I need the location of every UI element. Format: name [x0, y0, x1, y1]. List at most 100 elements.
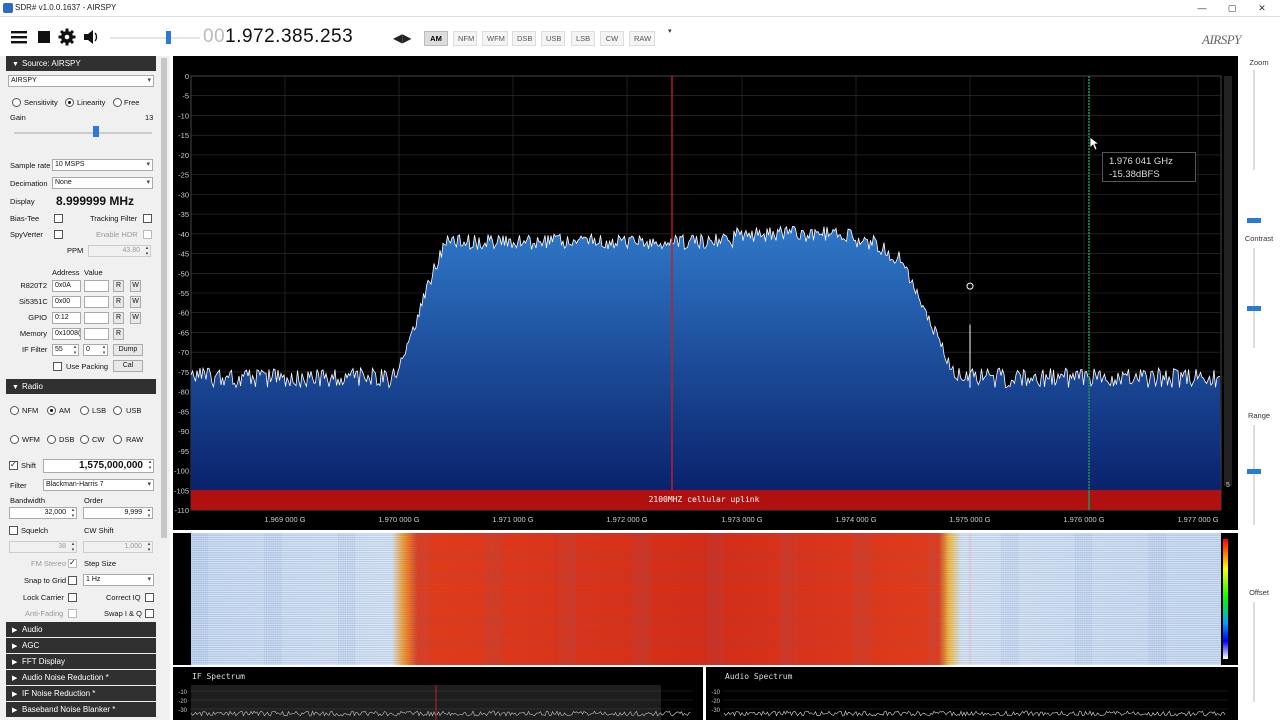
- section-header-agc[interactable]: ▶ AGC: [6, 638, 156, 653]
- use-packing-checkbox[interactable]: [53, 362, 62, 371]
- cal-button[interactable]: Cal: [113, 360, 143, 372]
- mode-button-wfm[interactable]: WFM: [482, 31, 508, 46]
- register-value-input[interactable]: [84, 296, 109, 308]
- volume-slider-track[interactable]: [110, 37, 200, 39]
- spectrum-analyzer[interactable]: 0 -5 -10 -15 -20 -25 -30 -35 -40 -45 -50 -55 -60 -65 -…: [173, 56, 1238, 530]
- gain-slider-thumb[interactable]: [93, 126, 100, 137]
- shift-input[interactable]: 1,575,000,000: [43, 459, 154, 473]
- radio-mode-am[interactable]: [47, 406, 56, 415]
- mode-dropdown-icon[interactable]: ▾: [668, 27, 672, 35]
- sensitivity-radio[interactable]: [12, 98, 21, 107]
- frequency-display[interactable]: 001.972.385.253: [203, 26, 353, 48]
- contrast-slider-thumb[interactable]: [1247, 306, 1261, 311]
- waterfall-plot[interactable]: [173, 532, 1238, 665]
- gear-icon[interactable]: [58, 28, 76, 46]
- radio-mode-raw[interactable]: [113, 435, 122, 444]
- section-header-audio-noise-reduction[interactable]: ▶ Audio Noise Reduction *: [6, 670, 156, 685]
- swap-iq-checkbox[interactable]: [145, 609, 154, 618]
- register-read-button[interactable]: R: [113, 280, 124, 292]
- waterfall-display[interactable]: [173, 532, 1238, 665]
- anti-fading-checkbox[interactable]: [68, 609, 77, 618]
- close-button[interactable]: ✕: [1248, 1, 1276, 16]
- order-input[interactable]: 9,999: [83, 507, 153, 519]
- spectrum-scrollbar[interactable]: [1224, 76, 1232, 486]
- register-read-button[interactable]: R: [113, 312, 124, 324]
- left-panel-scroll-thumb[interactable]: [161, 58, 167, 538]
- range-slider-thumb[interactable]: [1247, 469, 1261, 474]
- tracking-filter-checkbox[interactable]: [143, 214, 152, 223]
- audio-spectrum-panel[interactable]: Audio Spectrum -10 -20 -30: [706, 667, 1238, 720]
- register-address-input[interactable]: 0x00: [52, 296, 81, 308]
- mode-button-cw[interactable]: CW: [600, 31, 624, 46]
- section-header-baseband-noise-blanker[interactable]: ▶ Baseband Noise Blanker *: [6, 702, 156, 717]
- radio-mode-dsb[interactable]: [47, 435, 56, 444]
- tune-arrows-icon[interactable]: ◀▶: [393, 31, 411, 45]
- step-size-select[interactable]: 1 Hz: [83, 574, 154, 586]
- mode-button-usb[interactable]: USB: [541, 31, 565, 46]
- register-read-button[interactable]: R: [113, 296, 124, 308]
- decimation-select[interactable]: None: [52, 177, 153, 189]
- radio-mode-wfm[interactable]: [10, 435, 19, 444]
- if-filter-b-input[interactable]: 0: [83, 344, 108, 356]
- register-read-button[interactable]: R: [113, 328, 124, 340]
- speaker-icon[interactable]: [82, 28, 100, 46]
- minimize-button[interactable]: —: [1188, 1, 1216, 16]
- spectrum-plot[interactable]: 0 -5 -10 -15 -20 -25 -30 -35 -40 -45 -50 -55 -60 -65 -…: [173, 56, 1238, 530]
- zoom-slider-track[interactable]: [1253, 70, 1255, 170]
- section-header-fft-display[interactable]: ▶ FFT Display: [6, 654, 156, 669]
- mode-button-raw[interactable]: RAW: [629, 31, 655, 46]
- register-value-input[interactable]: [84, 312, 109, 324]
- radio-section-header[interactable]: ▼ Radio: [6, 379, 156, 394]
- radio-mode-lsb[interactable]: [80, 406, 89, 415]
- radio-mode-nfm[interactable]: [10, 406, 19, 415]
- filter-label: Filter: [10, 481, 27, 490]
- contrast-slider-track[interactable]: [1253, 248, 1255, 348]
- source-section-header[interactable]: ▼ Source: AIRSPY: [6, 56, 156, 71]
- register-write-button[interactable]: W: [130, 280, 141, 292]
- filter-select[interactable]: Blackman-Harris 7: [43, 479, 154, 491]
- bandwidth-input[interactable]: 32,000: [9, 507, 77, 519]
- mode-button-lsb[interactable]: LSB: [571, 31, 595, 46]
- register-write-button[interactable]: W: [130, 312, 141, 324]
- register-address-input[interactable]: 0:12: [52, 312, 81, 324]
- menu-icon[interactable]: [10, 28, 28, 46]
- if-spectrum-panel[interactable]: IF Spectrum -10 -20 -30: [173, 667, 703, 720]
- mode-button-nfm[interactable]: NFM: [453, 31, 477, 46]
- lock-carrier-checkbox[interactable]: [68, 593, 77, 602]
- if-filter-a-input[interactable]: 55: [52, 344, 79, 356]
- squelch-input[interactable]: 38: [9, 541, 77, 553]
- snap-to-grid-checkbox[interactable]: [68, 576, 77, 585]
- free-radio[interactable]: [113, 98, 122, 107]
- cw-shift-input[interactable]: 1,000: [83, 541, 153, 553]
- range-slider-track[interactable]: [1253, 425, 1255, 525]
- register-value-input[interactable]: [84, 328, 109, 340]
- device-select[interactable]: AIRSPY: [8, 75, 154, 87]
- ppm-input[interactable]: 43.80: [88, 245, 151, 257]
- register-write-button[interactable]: W: [130, 296, 141, 308]
- spyverter-checkbox[interactable]: [54, 230, 63, 239]
- section-header-if-noise-reduction[interactable]: ▶ IF Noise Reduction *: [6, 686, 156, 701]
- radio-mode-usb[interactable]: [113, 406, 122, 415]
- correct-iq-checkbox[interactable]: [145, 593, 154, 602]
- squelch-checkbox[interactable]: [9, 526, 18, 535]
- gain-slider-track[interactable]: [14, 132, 152, 134]
- bias-tee-checkbox[interactable]: [54, 214, 63, 223]
- dump-button[interactable]: Dump: [113, 344, 143, 356]
- fm-stereo-checkbox[interactable]: [68, 558, 77, 568]
- linearity-radio[interactable]: [65, 98, 74, 107]
- section-header-audio[interactable]: ▶ Audio: [6, 622, 156, 637]
- enable-hdr-checkbox[interactable]: [143, 230, 152, 239]
- shift-checkbox[interactable]: [9, 460, 18, 470]
- zoom-slider-thumb[interactable]: [1247, 218, 1261, 223]
- volume-slider-thumb[interactable]: [166, 31, 171, 44]
- register-address-input[interactable]: 0x1008(: [52, 328, 81, 340]
- radio-mode-cw[interactable]: [80, 435, 89, 444]
- register-value-input[interactable]: [84, 280, 109, 292]
- maximize-button[interactable]: ▢: [1218, 1, 1246, 16]
- mode-button-am[interactable]: AM: [424, 31, 448, 46]
- offset-slider-track[interactable]: [1253, 602, 1255, 702]
- register-address-input[interactable]: 0x0A: [52, 280, 81, 292]
- sample-rate-select[interactable]: 10 MSPS: [52, 159, 153, 171]
- mode-button-dsb[interactable]: DSB: [512, 31, 536, 46]
- stop-icon[interactable]: [35, 28, 53, 46]
